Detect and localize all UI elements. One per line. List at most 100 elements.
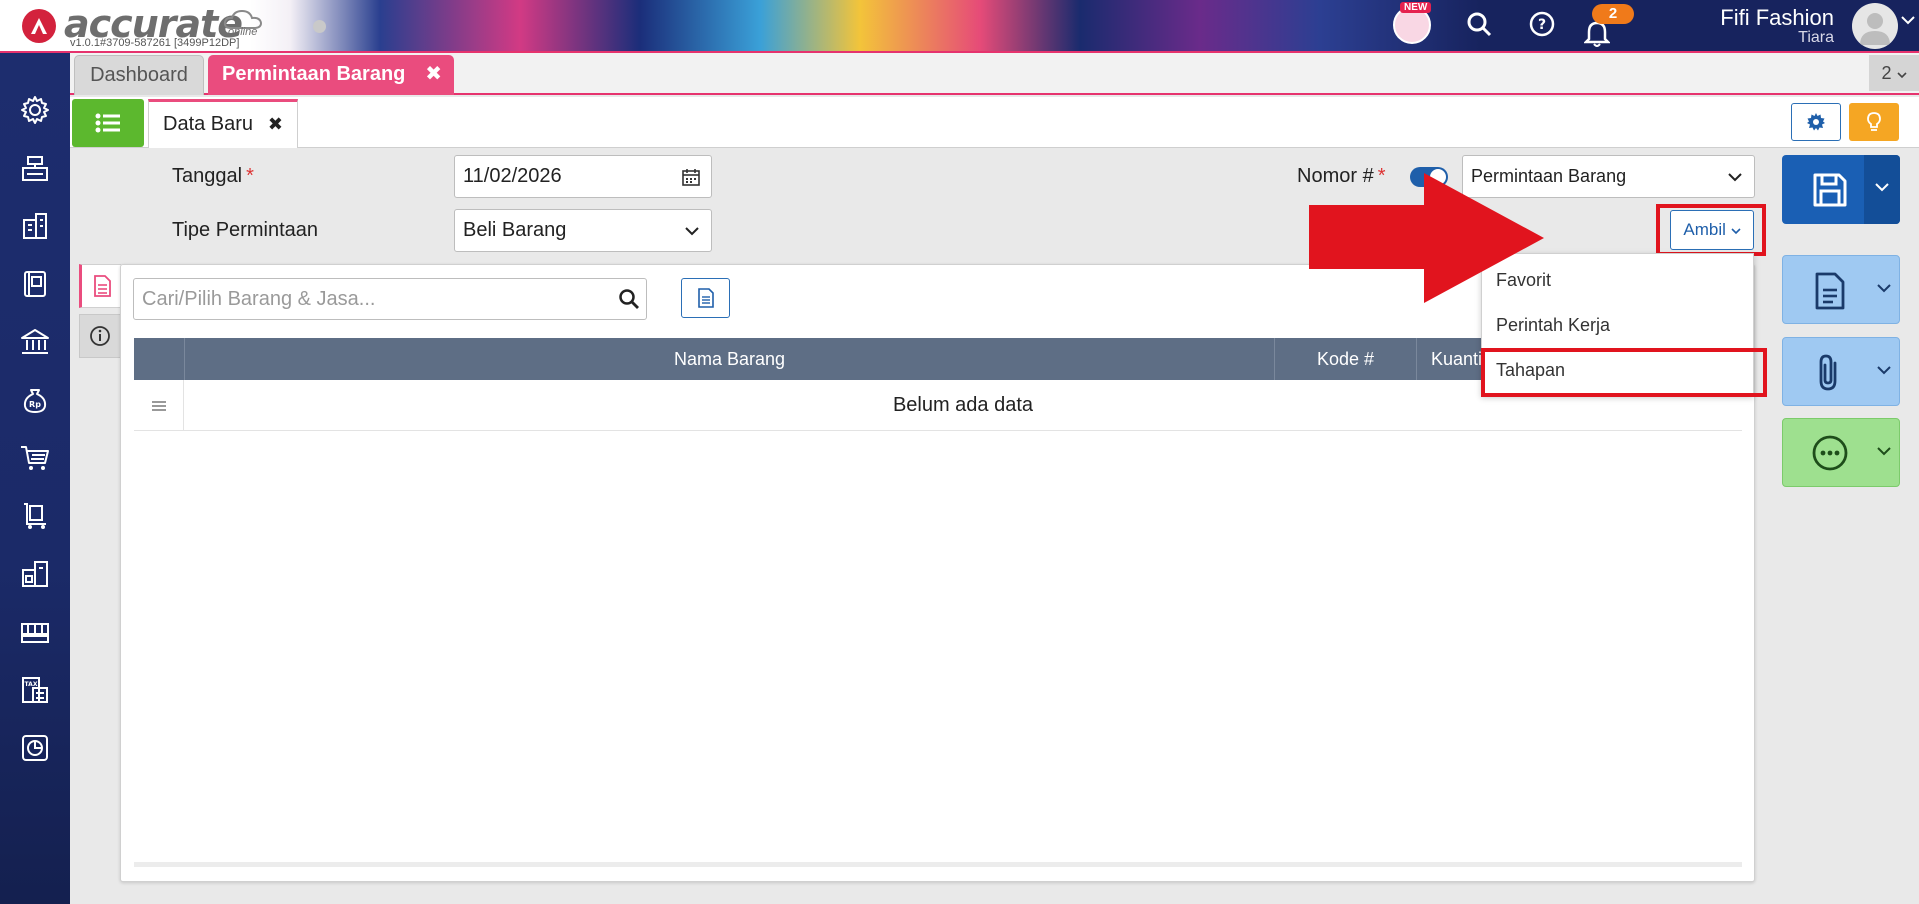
document-tab-bar: Dashboard Permintaan Barang ✖ 2 xyxy=(70,53,1919,95)
bank-icon xyxy=(21,329,49,354)
lightbulb-icon xyxy=(1867,112,1881,131)
tanggal-label: Tanggal * xyxy=(172,165,254,188)
version-text: v1.0.1#3709-587261 [3499P12DP] xyxy=(70,37,240,49)
svg-text:TAX: TAX xyxy=(25,681,38,688)
list-icon xyxy=(95,113,120,133)
search-icon[interactable] xyxy=(618,288,640,310)
tab-permintaan-barang[interactable]: Permintaan Barang ✖ xyxy=(208,55,454,95)
tab-item-detail[interactable] xyxy=(79,264,121,308)
shopping-cart-icon xyxy=(21,446,49,470)
tab-permintaan-barang-label: Permintaan Barang xyxy=(222,63,406,85)
user-silhouette-icon xyxy=(1860,13,1890,45)
save-options-split[interactable] xyxy=(1864,155,1900,224)
form-settings-button[interactable] xyxy=(1791,103,1841,141)
browse-items-button[interactable] xyxy=(681,278,730,318)
money-bag-icon: Rp xyxy=(23,389,47,413)
tanggal-value: 11/02/2026 xyxy=(463,165,562,187)
svg-text:Rp: Rp xyxy=(29,400,41,409)
sidebar-item-company[interactable] xyxy=(16,207,54,245)
row-handle[interactable] xyxy=(134,380,184,431)
item-search-box[interactable] xyxy=(133,278,647,320)
tips-button[interactable] xyxy=(1849,103,1899,141)
list-view-button[interactable] xyxy=(72,99,144,147)
tab-data-baru[interactable]: Data Baru ✖ xyxy=(148,99,298,148)
form-subheader: Data Baru ✖ xyxy=(70,97,1919,148)
chevron-down-icon xyxy=(1896,72,1907,79)
svg-text:?: ? xyxy=(1538,17,1546,33)
top-header: accurate online v1.0.1#3709-587261 [3499… xyxy=(0,0,1919,53)
tab-info[interactable] xyxy=(79,314,121,358)
main-sidebar: Rp TAX xyxy=(0,53,70,904)
sidebar-item-inventory[interactable] xyxy=(16,555,54,593)
user-avatar[interactable] xyxy=(1852,3,1898,49)
user-name: Tiara xyxy=(1798,29,1834,46)
tab-dashboard[interactable]: Dashboard xyxy=(74,55,204,95)
ledger-book-icon xyxy=(24,271,46,297)
tax-icon: TAX xyxy=(22,677,48,703)
notification-count-badge: 2 xyxy=(1592,4,1634,24)
chevron-down-icon xyxy=(1877,447,1891,456)
trolley-box-icon xyxy=(24,503,46,529)
logo-mark-icon xyxy=(22,9,56,43)
menu-item-perintah-kerja[interactable]: Perintah Kerja xyxy=(1496,315,1610,336)
tanggal-field[interactable]: 11/02/2026 xyxy=(454,155,712,198)
connection-dot xyxy=(313,20,326,33)
ambil-highlight-box xyxy=(1656,204,1766,256)
paperclip-icon xyxy=(1819,354,1837,391)
gear-icon xyxy=(1807,113,1825,131)
gear-icon xyxy=(21,96,49,124)
chevron-down-icon xyxy=(685,227,699,236)
search-icon[interactable] xyxy=(1465,10,1493,38)
document-list-icon xyxy=(697,288,714,308)
sidebar-item-tax[interactable]: TAX xyxy=(16,671,54,709)
save-button[interactable] xyxy=(1782,155,1900,224)
column-header-nama-barang[interactable]: Nama Barang xyxy=(184,338,1274,380)
required-mark: * xyxy=(246,165,254,187)
sidebar-item-ledger[interactable] xyxy=(16,265,54,303)
chevron-down-icon xyxy=(1877,284,1891,293)
floppy-disk-icon xyxy=(1813,173,1847,207)
chevron-down-icon xyxy=(1877,366,1891,375)
chevron-down-icon[interactable] xyxy=(1901,15,1915,25)
close-data-baru-icon[interactable]: ✖ xyxy=(268,102,283,146)
close-tab-icon[interactable]: ✖ xyxy=(425,55,442,93)
more-actions-button[interactable] xyxy=(1782,418,1900,487)
column-header-handle xyxy=(134,338,184,380)
sidebar-item-sales[interactable] xyxy=(16,439,54,477)
document-icon xyxy=(1815,272,1845,310)
chevron-down-icon xyxy=(1875,183,1889,192)
info-icon xyxy=(90,326,110,346)
sidebar-item-reports[interactable] xyxy=(16,729,54,767)
tahapan-highlight-box xyxy=(1481,348,1767,397)
sidebar-item-finance[interactable]: Rp xyxy=(16,381,54,419)
sidebar-item-sales-register[interactable] xyxy=(16,149,54,187)
company-name[interactable]: Fifi Fashion xyxy=(1720,5,1834,31)
tab-data-baru-label: Data Baru xyxy=(163,113,254,135)
drag-handle-icon xyxy=(151,400,166,411)
sidebar-item-manufacturing[interactable] xyxy=(16,613,54,651)
document-actions-button[interactable] xyxy=(1782,255,1900,324)
red-arrow-annotation xyxy=(1309,173,1544,303)
bell-icon[interactable] xyxy=(1584,20,1610,48)
calendar-icon[interactable] xyxy=(681,167,701,187)
tipe-permintaan-select[interactable]: Beli Barang xyxy=(454,209,712,252)
building-icon xyxy=(23,213,47,239)
warehouse-icon xyxy=(22,561,48,587)
tanggal-label-text: Tanggal xyxy=(172,165,243,187)
cash-register-icon xyxy=(22,156,48,181)
column-header-kode[interactable]: Kode # xyxy=(1274,338,1416,380)
tab-dashboard-label: Dashboard xyxy=(90,64,188,86)
document-icon xyxy=(93,275,111,297)
sidebar-item-settings[interactable] xyxy=(16,91,54,129)
item-search-input[interactable] xyxy=(134,279,604,319)
tipe-permintaan-label: Tipe Permintaan xyxy=(172,219,318,241)
sidebar-item-bank[interactable] xyxy=(16,323,54,361)
open-tabs-counter[interactable]: 2 xyxy=(1869,55,1919,91)
factory-icon xyxy=(21,623,49,643)
attachment-button[interactable] xyxy=(1782,337,1900,406)
sidebar-item-purchase[interactable] xyxy=(16,497,54,535)
report-chart-icon xyxy=(22,735,48,761)
help-icon[interactable]: ? xyxy=(1528,10,1556,38)
open-tabs-count: 2 xyxy=(1881,63,1892,83)
horizontal-scrollbar[interactable] xyxy=(134,862,1742,867)
